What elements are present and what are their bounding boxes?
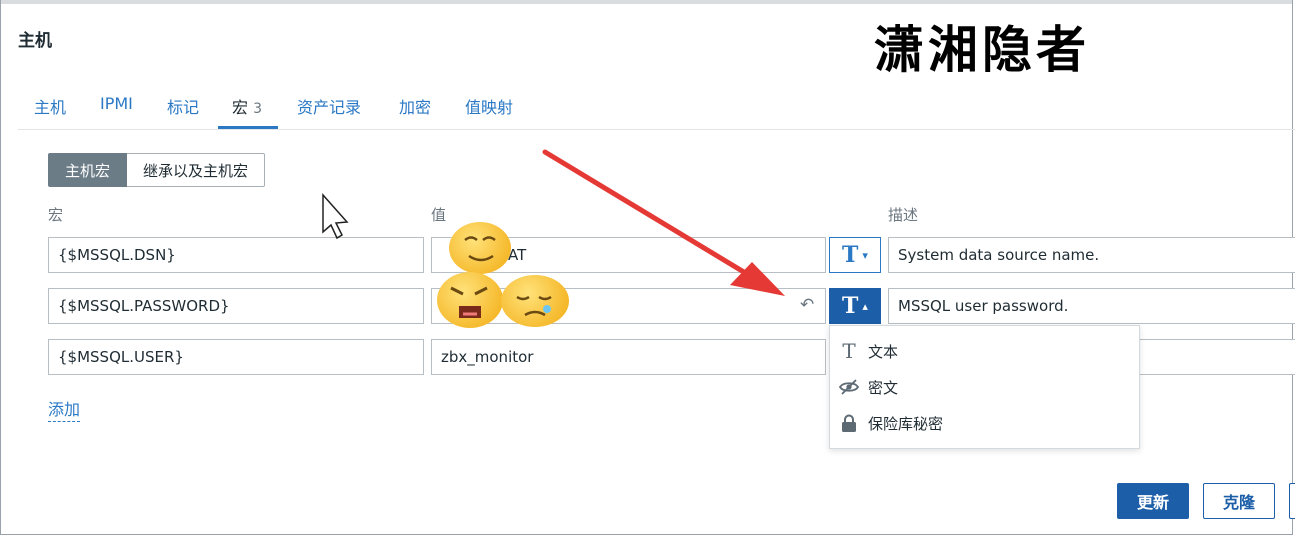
tab-macros-label: 宏	[232, 98, 249, 117]
smirk-emoji-icon	[449, 222, 511, 274]
sad-emoji-icon	[501, 275, 569, 327]
update-button[interactable]: 更新	[1117, 483, 1189, 519]
lock-icon	[838, 414, 860, 432]
macro-scope-toggle: 主机宏 继承以及主机宏	[48, 153, 266, 187]
chevron-down-icon: ▾	[862, 248, 868, 262]
value-type-button[interactable]: T ▾	[829, 237, 881, 273]
angry-emoji-icon	[437, 272, 503, 328]
tab-ipmi[interactable]: IPMI	[100, 94, 133, 123]
column-header-description: 描述	[888, 206, 919, 224]
watermark: 潇湘隐者	[874, 20, 1090, 79]
tab-macros-count: 3	[253, 101, 263, 117]
tab-macros[interactable]: 宏 3	[218, 94, 279, 129]
macro-name-input[interactable]: {$MSSQL.PASSWORD}	[48, 288, 424, 324]
value-type-button-active[interactable]: T ▴	[829, 288, 881, 324]
menu-item-label: 密文	[868, 378, 899, 397]
menu-item-text[interactable]: T 文本	[838, 336, 898, 366]
macro-name-input[interactable]: {$MSSQL.DSN}	[48, 237, 424, 273]
clone-button[interactable]: 克隆	[1203, 483, 1275, 519]
column-header-macro: 宏	[48, 206, 64, 224]
value-type-menu: T 文本 密文 保险库秘密	[829, 325, 1140, 449]
host-macros-button[interactable]: 主机宏	[48, 153, 128, 187]
macro-description-input[interactable]: MSSQL user password.	[888, 288, 1295, 324]
chevron-up-icon: ▴	[862, 299, 868, 313]
menu-item-secret[interactable]: 密文	[838, 372, 898, 402]
macro-value-input[interactable]: zbx_monitor	[431, 339, 826, 375]
tab-tags[interactable]: 标记	[167, 94, 199, 128]
macro-description-input[interactable]: System data source name.	[888, 237, 1295, 273]
top-border	[1, 0, 1292, 4]
tab-host[interactable]: 主机	[34, 94, 66, 128]
eye-slash-icon	[838, 379, 860, 395]
tab-inventory[interactable]: 资产记录	[297, 94, 361, 128]
text-icon: T	[842, 339, 856, 363]
text-icon: T	[842, 293, 859, 319]
menu-item-vault-secret[interactable]: 保险库秘密	[838, 408, 943, 438]
tab-encryption[interactable]: 加密	[399, 94, 431, 128]
inherited-macros-button[interactable]: 继承以及主机宏	[127, 153, 266, 187]
add-macro-link[interactable]: 添加	[48, 396, 81, 422]
macro-name-input[interactable]: {$MSSQL.USER}	[48, 339, 424, 375]
more-button[interactable]	[1289, 483, 1295, 519]
text-icon: T	[842, 242, 859, 268]
menu-item-label: 文本	[868, 342, 899, 361]
page-title: 主机	[18, 31, 52, 51]
tabs-divider	[18, 129, 1295, 130]
column-header-value: 值	[431, 206, 447, 224]
revert-icon[interactable]: ↶	[800, 295, 814, 315]
tab-value-mapping[interactable]: 值映射	[465, 94, 513, 128]
menu-item-label: 保险库秘密	[868, 414, 944, 433]
